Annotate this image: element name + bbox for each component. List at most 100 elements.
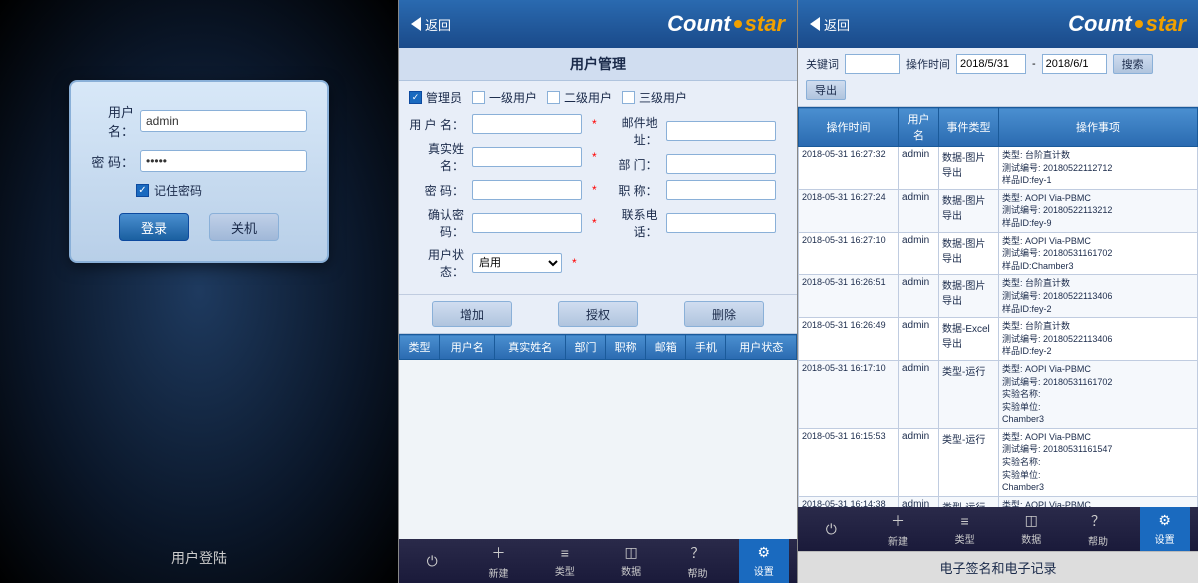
toolbar-type-btn[interactable]: ≡ 类型 [540,539,590,583]
esig-toolbar-settings-btn[interactable]: ⚙ 设置 [1140,507,1190,551]
log-table-header-row: 操作时间 用户名 事件类型 操作事项 [799,108,1198,147]
type-icon: ≡ [561,545,569,561]
log-user-cell: admin [899,275,939,318]
login-panel: 用户名： 密 码： 记住密码 登录 关机 用户登陆 [0,0,398,583]
log-detail-cell: 类型: AOPI Via-PBMC测试编号: 20180531161702实验名… [999,360,1198,428]
col-status: 用户状态 [726,335,797,360]
role-admin-label: 管理员 [426,89,462,106]
keyword-input[interactable] [845,54,900,74]
main-container: 用户名： 密 码： 记住密码 登录 关机 用户登陆 返回 [0,0,1198,583]
log-detail-cell: 类型: AOPI Via-PBMC测试编号: 20180522113212样品I… [999,189,1198,232]
log-event-cell: 类型-运行 [939,428,999,496]
authorize-button[interactable]: 授权 [558,301,638,327]
toolbar-power-btn[interactable]: ⏻ [407,539,457,583]
esig-back-arrow-icon [810,17,820,31]
esig-settings-icon: ⚙ [1158,512,1171,529]
export-button[interactable]: 导出 [806,80,846,100]
log-user-cell: admin [899,189,939,232]
toolbar-new-btn[interactable]: ＋ 新建 [473,539,523,583]
role-level3-checkbox[interactable] [622,91,635,104]
log-event-cell: 数据-图片导出 [939,189,999,232]
form-dept-input[interactable] [666,154,776,174]
date-from-input[interactable] [956,54,1026,74]
toolbar-help-btn[interactable]: ？ 帮助 [672,539,722,583]
user-back-button[interactable]: 返回 [411,15,451,34]
log-time-cell: 2018-05-31 16:15:53 [799,428,899,496]
user-table-header-row: 类型 用户名 真实姓名 部门 职称 邮箱 手机 用户状态 [400,335,797,360]
realname-form-row: 真实姓名： * [409,140,597,174]
form-password-label: 密 码： [409,182,464,199]
confirm-password-form-row: 确认密码： * [409,206,597,240]
role-row: 管理员 一级用户 二级用户 三级用户 [409,89,787,106]
log-detail-cell: 类型: AOPI Via-PBMC测试编号: 20180531161432实验名… [999,496,1198,507]
close-button[interactable]: 关机 [209,213,279,241]
remember-checkbox[interactable] [136,184,149,197]
role-level1[interactable]: 一级用户 [472,89,537,106]
remember-label: 记住密码 [154,182,202,199]
user-section-title: 用户管理 [399,48,797,81]
role-level2[interactable]: 二级用户 [547,89,612,106]
username-input[interactable] [140,110,307,132]
log-user-cell: admin [899,496,939,507]
log-time-cell: 2018-05-31 16:26:49 [799,318,899,361]
col-email: 邮箱 [646,335,686,360]
login-button[interactable]: 登录 [119,213,189,241]
date-to-input[interactable] [1042,54,1107,74]
user-top-bar: 返回 Count star [399,0,797,48]
new-icon: ＋ [491,543,505,563]
logo-dot-icon [734,20,742,28]
esig-toolbar-new-btn[interactable]: ＋ 新建 [873,507,923,551]
time-label: 操作时间 [906,56,950,72]
login-box: 用户名： 密 码： 记住密码 登录 关机 [69,80,329,263]
form-username-input[interactable] [472,114,582,134]
search-button[interactable]: 搜索 [1113,54,1153,74]
username-field-row: 用户名： [91,102,307,140]
esig-toolbar-data-label: 数据 [1021,531,1041,546]
form-password-input[interactable] [472,180,582,200]
role-admin-checkbox[interactable] [409,91,422,104]
toolbar-settings-btn[interactable]: ⚙ 设置 [739,539,789,583]
log-table-row: 2018-05-31 16:15:53 admin 类型-运行 类型: AOPI… [799,428,1198,496]
dept-form-row: 部 门： [603,154,787,174]
esig-toolbar-help-label: 帮助 [1088,533,1108,548]
log-detail-cell: 类型: AOPI Via-PBMC测试编号: 20180531161547实验名… [999,428,1198,496]
role-level3[interactable]: 三级用户 [622,89,687,106]
user-back-label: 返回 [425,15,451,34]
role-level1-checkbox[interactable] [472,91,485,104]
esig-logo-count: Count [1068,11,1132,37]
esig-toolbar-data-btn[interactable]: ◫ 数据 [1006,507,1056,551]
log-event-cell: 数据-Excel导出 [939,318,999,361]
esig-toolbar-type-btn[interactable]: ≡ 类型 [940,507,990,551]
log-table-row: 2018-05-31 16:27:24 admin 数据-图片导出 类型: AO… [799,189,1198,232]
form-title-input[interactable] [666,180,776,200]
role-admin[interactable]: 管理员 [409,89,462,106]
log-table-row: 2018-05-31 16:26:49 admin 数据-Excel导出 类型:… [799,318,1198,361]
log-user-cell: admin [899,147,939,190]
password-input[interactable] [140,150,307,172]
esig-toolbar-help-btn[interactable]: ？ 帮助 [1073,507,1123,551]
user-bottom-toolbar: ⏻ ＋ 新建 ≡ 类型 ◫ 数据 ？ 帮助 ⚙ 设置 [399,539,797,583]
form-confirm-label: 确认密码： [409,206,464,240]
esig-back-button[interactable]: 返回 [810,15,850,34]
date-separator: - [1032,58,1036,70]
form-email-label: 邮件地址： [603,114,658,148]
remember-row: 记住密码 [136,182,307,199]
log-time-cell: 2018-05-31 16:27:24 [799,189,899,232]
form-realname-input[interactable] [472,147,582,167]
add-button[interactable]: 增加 [432,301,512,327]
form-title-label: 职 称： [603,182,658,199]
data-icon: ◫ [625,544,638,561]
password-form-row: 密 码： * [409,180,597,200]
form-email-input[interactable] [666,121,776,141]
form-phone-input[interactable] [666,213,776,233]
form-status-select[interactable]: 启用 禁用 [472,253,562,273]
esig-toolbar-power-btn[interactable]: ⏻ [806,507,856,551]
toolbar-data-btn[interactable]: ◫ 数据 [606,539,656,583]
form-phone-label: 联系电话： [603,206,658,240]
col-type: 类型 [400,335,440,360]
log-time-cell: 2018-05-31 16:14:38 [799,496,899,507]
role-level2-checkbox[interactable] [547,91,560,104]
form-confirm-input[interactable] [472,213,582,233]
log-user-cell: admin [899,232,939,275]
delete-button[interactable]: 删除 [684,301,764,327]
